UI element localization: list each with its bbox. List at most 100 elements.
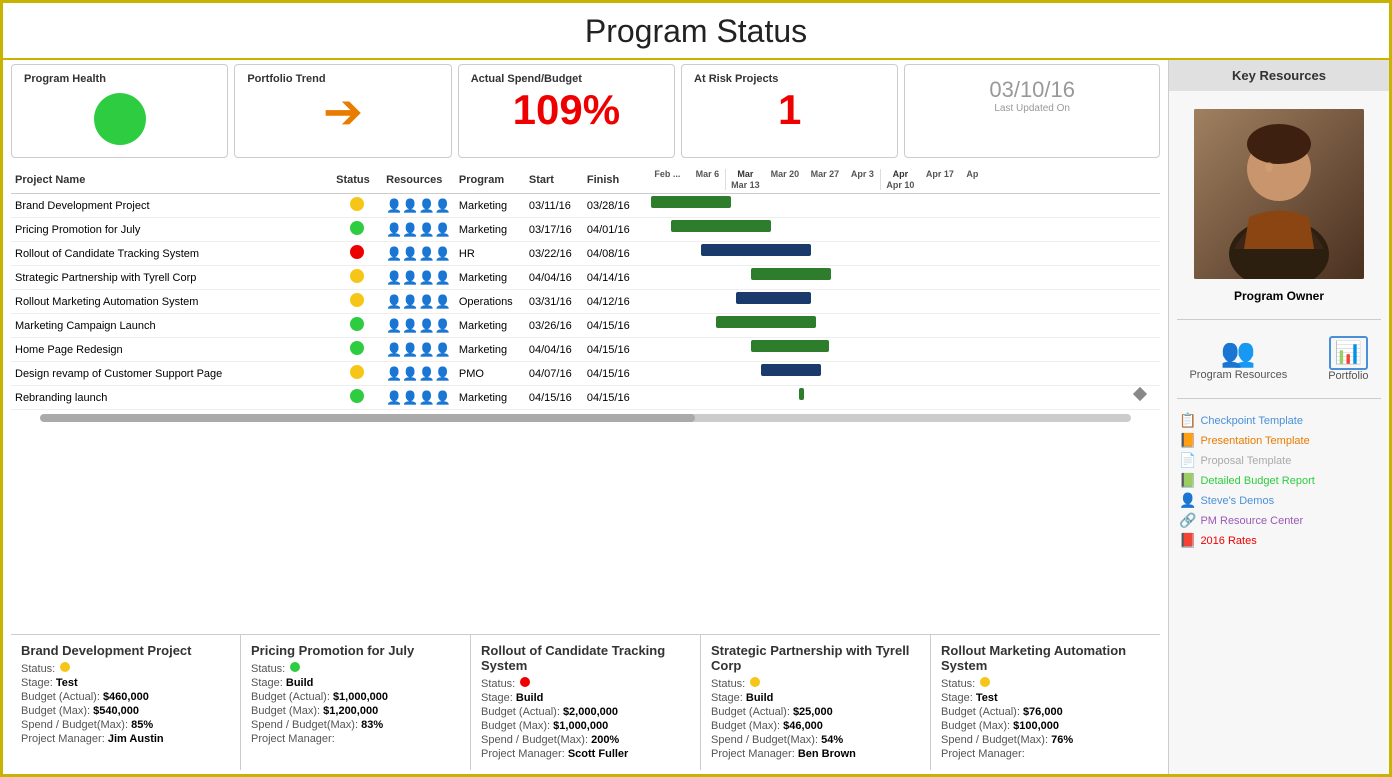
page-title: Program Status: [3, 3, 1389, 58]
program-resources-icon: 👥: [1221, 336, 1256, 369]
bottom-card: Rollout of Candidate Tracking System Sta…: [471, 635, 701, 770]
bc-status: Status:: [941, 677, 1150, 690]
header: Program Status: [3, 3, 1389, 60]
bottom-card: Strategic Partnership with Tyrell Corp S…: [701, 635, 931, 770]
project-gantt: [641, 242, 1160, 266]
project-status: [332, 314, 382, 338]
project-name: Strategic Partnership with Tyrell Corp: [11, 266, 332, 290]
bc-spend-budget: Spend / Budget(Max): 54%: [711, 734, 920, 746]
link-icon: 📋: [1179, 412, 1196, 429]
bc-spend-budget: Spend / Budget(Max): 76%: [941, 734, 1150, 746]
project-program: PMO: [455, 362, 525, 386]
link-item[interactable]: 🔗 PM Resource Center: [1179, 512, 1379, 529]
portfolio-label: Portfolio: [1328, 370, 1368, 382]
project-start: 04/04/16: [525, 338, 583, 362]
bc-budget-actual: Budget (Actual): $460,000: [21, 691, 230, 703]
bc-stage: Stage: Test: [21, 677, 230, 689]
link-label: 2016 Rates: [1200, 535, 1256, 547]
project-table: Project Name Status Resources Program St…: [11, 166, 1160, 410]
bc-budget-max: Budget (Max): $1,000,000: [481, 720, 690, 732]
bc-budget-max: Budget (Max): $100,000: [941, 720, 1150, 732]
project-status: [332, 290, 382, 314]
bc-spend-budget: Spend / Budget(Max): 200%: [481, 734, 690, 746]
kpi-health-label: Program Health: [24, 73, 215, 85]
bc-pm: Project Manager:: [941, 748, 1150, 760]
kpi-date: 03/10/16 Last Updated On: [904, 64, 1160, 158]
project-gantt: [641, 194, 1160, 218]
kpi-portfolio-trend: Portfolio Trend ➔: [234, 64, 451, 158]
project-program: Marketing: [455, 314, 525, 338]
person-svg: [1194, 109, 1364, 279]
link-icon: 🔗: [1179, 512, 1196, 529]
link-item[interactable]: 📗 Detailed Budget Report: [1179, 472, 1379, 489]
project-start: 03/11/16: [525, 194, 583, 218]
risk-value: 1: [694, 89, 885, 131]
project-name: Rollout Marketing Automation System: [11, 290, 332, 314]
project-finish: 04/15/16: [583, 338, 641, 362]
project-status: [332, 266, 382, 290]
link-item[interactable]: 📙 Presentation Template: [1179, 432, 1379, 449]
project-start: 04/04/16: [525, 266, 583, 290]
project-start: 03/26/16: [525, 314, 583, 338]
kpi-spend-label: Actual Spend/Budget: [471, 73, 662, 85]
bc-spend-budget: Spend / Budget(Max): 85%: [21, 719, 230, 731]
divider-1: [1177, 319, 1381, 320]
project-program: Marketing: [455, 338, 525, 362]
link-icon: 📕: [1179, 532, 1196, 549]
project-name: Design revamp of Customer Support Page: [11, 362, 332, 386]
program-resources-label: Program Resources: [1189, 369, 1287, 381]
app-container: Program Status Program Health Portfolio …: [0, 0, 1392, 777]
project-status: [332, 218, 382, 242]
resource-program[interactable]: 👥 Program Resources: [1183, 330, 1293, 388]
col-gantt: Feb ... Mar 6 Mar Mar 13 Mar 20 Mar 27 A…: [641, 166, 1160, 194]
bc-stage: Stage: Test: [941, 692, 1150, 704]
project-resources: 👤👤👤👤: [382, 386, 455, 410]
link-item[interactable]: 📋 Checkpoint Template: [1179, 412, 1379, 429]
link-item[interactable]: 👤 Steve's Demos: [1179, 492, 1379, 509]
project-name: Pricing Promotion for July: [11, 218, 332, 242]
bc-budget-max: Budget (Max): $1,200,000: [251, 705, 460, 717]
link-item[interactable]: 📄 Proposal Template: [1179, 452, 1379, 469]
link-icon: 👤: [1179, 492, 1196, 509]
col-resources: Resources: [382, 166, 455, 194]
bottom-card: Rollout Marketing Automation System Stat…: [931, 635, 1160, 770]
project-status: [332, 362, 382, 386]
bc-pm: Project Manager:: [251, 733, 460, 745]
resource-portfolio[interactable]: 📊 Portfolio: [1322, 330, 1374, 388]
project-table-container: Project Name Status Resources Program St…: [11, 166, 1160, 634]
project-status: [332, 338, 382, 362]
link-label: Detailed Budget Report: [1200, 475, 1314, 487]
bc-spend-budget: Spend / Budget(Max): 83%: [251, 719, 460, 731]
content-area: Program Health Portfolio Trend ➔ Actual …: [3, 60, 1389, 774]
bc-title: Brand Development Project: [21, 643, 230, 658]
project-program: Marketing: [455, 266, 525, 290]
project-resources: 👤👤👤👤: [382, 290, 455, 314]
project-resources: 👤👤👤👤: [382, 314, 455, 338]
kpi-spend-budget: Actual Spend/Budget 109%: [458, 64, 675, 158]
resources-row: 👥 Program Resources 📊 Portfolio: [1169, 324, 1389, 394]
project-program: Operations: [455, 290, 525, 314]
bc-title: Rollout Marketing Automation System: [941, 643, 1150, 673]
owner-photo: [1194, 109, 1364, 279]
trend-arrow: ➔: [247, 89, 438, 137]
bc-title: Rollout of Candidate Tracking System: [481, 643, 690, 673]
col-project-name: Project Name: [11, 166, 332, 194]
project-finish: 04/12/16: [583, 290, 641, 314]
link-icon: 📗: [1179, 472, 1196, 489]
bc-pm: Project Manager: Ben Brown: [711, 748, 920, 760]
project-gantt: [641, 362, 1160, 386]
col-finish: Finish: [583, 166, 641, 194]
link-label: Checkpoint Template: [1200, 415, 1303, 427]
left-panel: Program Health Portfolio Trend ➔ Actual …: [3, 60, 1169, 774]
project-name: Marketing Campaign Launch: [11, 314, 332, 338]
project-gantt: [641, 338, 1160, 362]
project-resources: 👤👤👤👤: [382, 194, 455, 218]
link-label: Presentation Template: [1200, 435, 1309, 447]
health-dot: [94, 93, 146, 145]
project-name: Brand Development Project: [11, 194, 332, 218]
project-gantt: [641, 218, 1160, 242]
project-gantt: [641, 290, 1160, 314]
bc-budget-actual: Budget (Actual): $76,000: [941, 706, 1150, 718]
project-status: [332, 386, 382, 410]
link-item[interactable]: 📕 2016 Rates: [1179, 532, 1379, 549]
